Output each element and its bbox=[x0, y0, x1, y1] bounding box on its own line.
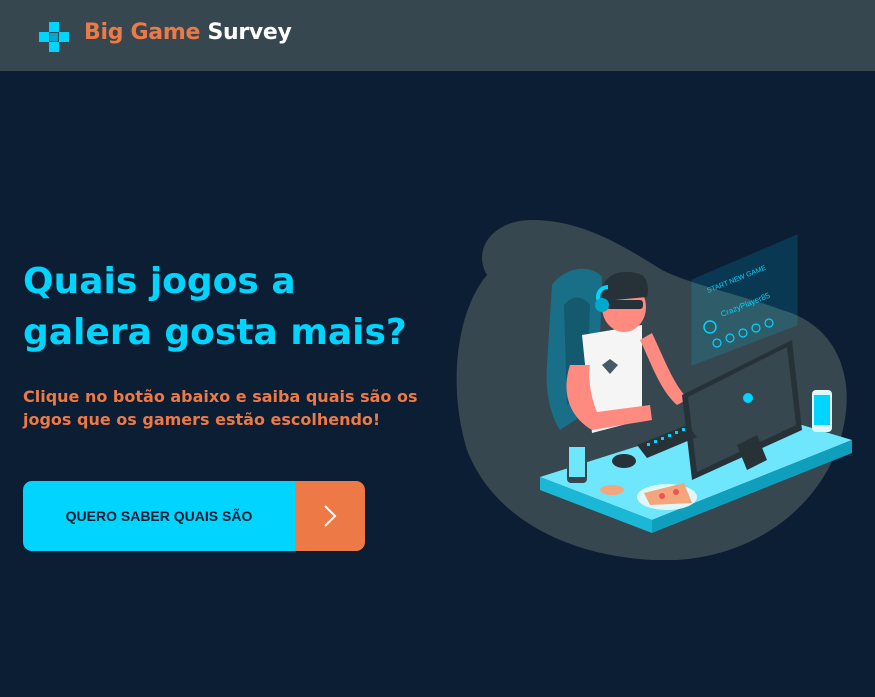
chevron-right-icon bbox=[324, 505, 337, 527]
page-subtext: Clique no botão abaixo e saiba quais são… bbox=[23, 385, 443, 431]
subtext-line-2: jogos que os gamers estão escolhendo! bbox=[23, 410, 381, 429]
cta-button-label: QUERO SABER QUAIS SÃO bbox=[23, 481, 295, 551]
cta-button[interactable]: QUERO SABER QUAIS SÃO bbox=[23, 481, 365, 551]
gamepad-cross-icon[interactable] bbox=[38, 21, 70, 53]
headline-line-1: Quais jogos a bbox=[23, 261, 296, 302]
top-navbar: Big Game Survey bbox=[0, 0, 875, 71]
cta-arrow-box[interactable] bbox=[295, 481, 365, 551]
brand-part-big-game: Big Game bbox=[84, 20, 201, 45]
gamer-illustration: START NEW GAME CrazyPlayer85 bbox=[456, 220, 852, 560]
brand-part-survey: Survey bbox=[207, 20, 292, 45]
subtext-line-1: Clique no botão abaixo e saiba quais são… bbox=[23, 387, 418, 406]
page-headline: Quais jogos a galera gosta mais? bbox=[23, 256, 443, 358]
headline-line-2: galera gosta mais? bbox=[23, 312, 407, 353]
brand-logo-text[interactable]: Big Game Survey bbox=[84, 20, 292, 45]
